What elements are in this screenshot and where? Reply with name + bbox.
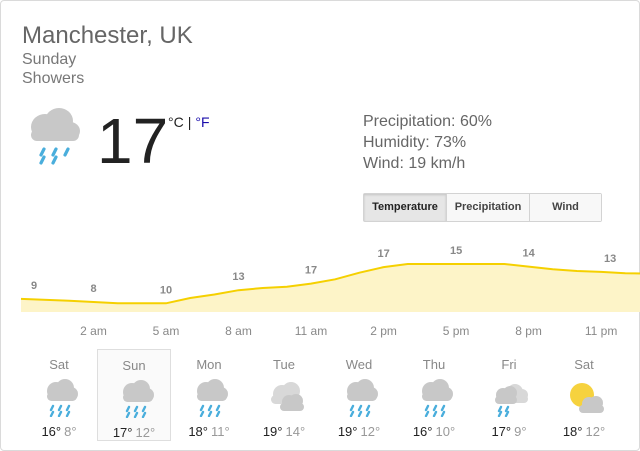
daily-forecast: Sat 16° 8° Sun 17° 12° Mon 18° 11° Tue 19° 14° Wed 19… [22,349,622,441]
current-condition: Showers [22,70,85,87]
humidity-stat: Humidity: 73% [363,134,467,151]
forecast-low: 9° [514,424,527,439]
chart-time-label: 11 pm [585,324,617,338]
forecast-day-sat[interactable]: Sat 18° 12° [547,349,621,441]
forecast-low: 14° [285,424,306,439]
unit-toggle: °C | °F [168,114,210,130]
forecast-day-tue[interactable]: Tue 19° 14° [247,349,321,441]
tab-precipitation[interactable]: Precipitation [447,194,530,221]
forecast-low: 10° [435,424,456,439]
unit-separator: | [187,114,192,130]
chart-time-label: 11 am [295,324,327,338]
chart-value-label: 15 [450,245,462,257]
forecast-day-sat[interactable]: Sat 16° 8° [22,349,96,441]
forecast-day-mon[interactable]: Mon 18° 11° [172,349,246,441]
forecast-high: 19° [337,424,358,439]
current-temperature: 17 [97,105,169,177]
forecast-temps: 17° 12° [98,425,170,440]
current-day: Sunday [22,51,77,68]
chart-value-label: 17 [305,265,317,277]
forecast-day-name: Thu [422,357,446,372]
forecast-day-name: Wed [345,357,373,372]
chart-time-label: 8 pm [515,324,542,338]
forecast-low: 12° [360,424,381,439]
showers-icon [197,379,228,417]
forecast-day-name: Sun [122,358,146,373]
forecast-day-name: Sat [574,357,594,372]
chart-time-label: 2 am [80,324,107,338]
chart-value-label: 17 [377,248,389,260]
rain-and-clouds-icon [495,384,528,417]
forecast-high: 17° [112,425,133,440]
forecast-high: 18° [562,424,583,439]
showers-icon [123,380,154,418]
weather-stats: Precipitation: 60% Humidity: 73% Wind: 1… [363,111,492,174]
forecast-temps: 16° 10° [397,424,471,439]
chart-time-label: 5 am [153,324,180,338]
chart-time-label: 5 pm [443,324,470,338]
forecast-high: 16° [41,424,62,439]
forecast-temps: 18° 12° [547,424,621,439]
forecast-low: 11° [210,424,230,439]
chart-value-label: 13 [232,271,244,283]
partly-cloudy-icon [570,383,604,413]
forecast-day-wed[interactable]: Wed 19° 12° [322,349,396,441]
chart-value-label: 9 [31,280,37,292]
showers-icon [422,379,453,417]
forecast-day-name: Sat [49,357,69,372]
chart-time-label: 2 pm [370,324,397,338]
showers-icon [31,108,80,165]
celsius-unit: °C [168,114,184,130]
forecast-temps: 17° 9° [472,424,546,439]
forecast-low: 8° [64,424,77,439]
chart-value-label: 13 [604,253,616,265]
forecast-temps: 16° 8° [22,424,96,439]
precipitation-stat: Precipitation: 60% [363,113,492,130]
forecast-temps: 18° 11° [172,424,246,439]
forecast-day-name: Tue [273,357,295,372]
weather-card: Manchester, UK Sunday Showers 17 °C | °F P… [0,0,640,451]
forecast-temps: 19° 12° [322,424,396,439]
forecast-high: 19° [262,424,283,439]
forecast-day-name: Mon [196,357,222,372]
forecast-high: 16° [412,424,433,439]
showers-icon [47,379,78,417]
fahrenheit-link[interactable]: °F [195,114,209,130]
chart-value-label: 14 [522,248,535,260]
forecast-day-thu[interactable]: Thu 16° 10° [397,349,471,441]
location-title: Manchester, UK [22,22,193,49]
forecast-high: 17° [491,424,512,439]
forecast-day-fri[interactable]: Fri 17° 9° [472,349,546,441]
wind-stat: Wind: 19 km/h [363,155,466,172]
forecast-day-name: Fri [501,357,517,372]
temperature-chart: 9 8 10 13 17 17 15 14 13 2 am 5 am 8 am 11 am 2 pm 5 p… [20,245,640,338]
forecast-low: 12° [135,425,156,440]
forecast-low: 12° [585,424,606,439]
chart-area-fill [21,264,640,312]
chart-tabs: Temperature Precipitation Wind [363,193,602,222]
chart-value-label: 8 [90,283,96,295]
chart-value-label: 10 [160,284,172,296]
chart-time-label: 8 am [225,324,252,338]
tab-wind[interactable]: Wind [530,194,601,221]
tab-temperature[interactable]: Temperature [364,194,447,221]
forecast-high: 18° [188,424,208,439]
cloudy-icon [271,382,304,411]
forecast-day-sun[interactable]: Sun 17° 12° [97,349,171,441]
showers-icon [347,379,378,417]
forecast-temps: 19° 14° [247,424,321,439]
